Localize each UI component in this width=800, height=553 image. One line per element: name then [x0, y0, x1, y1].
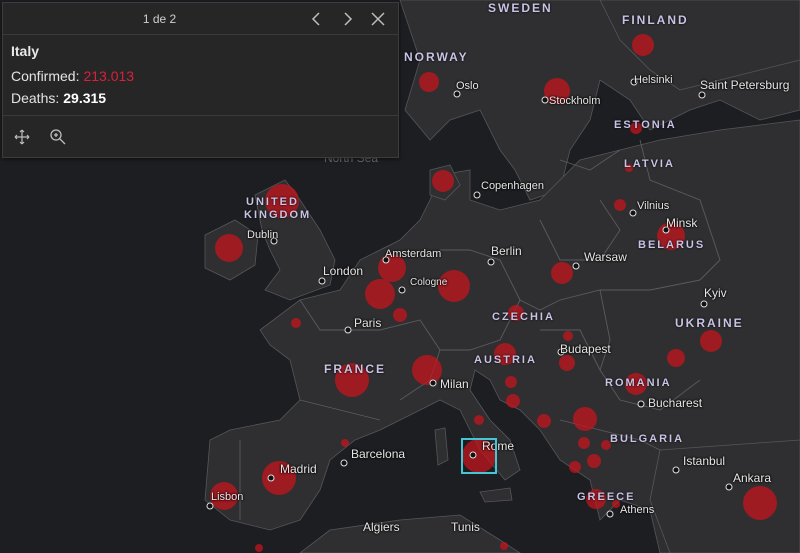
- popup-header: 1 de 2: [3, 3, 398, 35]
- country-label-greece: GREECE: [577, 491, 636, 503]
- case-bubble-slovenia[interactable]: [505, 376, 517, 388]
- case-bubble-morocco[interactable]: [255, 544, 263, 552]
- selected-feature-highlight: [461, 438, 497, 474]
- city-label-minsk: Minsk: [666, 216, 698, 230]
- case-bubble-kosovo[interactable]: [587, 454, 601, 468]
- deaths-row: Deaths: 29.315: [11, 87, 390, 109]
- deaths-label: Deaths:: [11, 90, 60, 106]
- confirmed-value: 213.013: [83, 68, 135, 84]
- case-bubble-northmacedonia[interactable]: [578, 437, 590, 449]
- city-label-istanbul: Istanbul: [683, 454, 726, 468]
- city-label-algiers: Algiers: [363, 520, 400, 534]
- case-bubble-slovakia[interactable]: [563, 331, 573, 341]
- country-label-czechia: CZECHIA: [492, 311, 555, 323]
- country-label-france: FRANCE: [324, 362, 386, 376]
- case-bubble-denmark[interactable]: [432, 170, 454, 192]
- country-label-sweden: SWEDEN: [488, 1, 553, 15]
- country-label-norway: NORWAY: [404, 50, 469, 64]
- city-label-helsinki: Helsinki: [634, 74, 673, 86]
- city-label-paris: Paris: [354, 316, 382, 330]
- city-label-warsaw: Warsaw: [584, 250, 627, 264]
- confirmed-row: Confirmed: 213.013: [11, 65, 390, 87]
- city-label-vilnius: Vilnius: [637, 200, 670, 212]
- case-bubble-andorra[interactable]: [341, 439, 349, 447]
- city-label-kyiv: Kyiv: [704, 286, 727, 300]
- zoom-in-icon[interactable]: [47, 126, 69, 148]
- case-bubble-malta[interactable]: [500, 542, 508, 550]
- case-bubble-bosnia[interactable]: [537, 414, 551, 428]
- country-label-finland: FINLAND: [622, 13, 689, 27]
- city-label-milan: Milan: [440, 377, 469, 391]
- case-bubble-channel[interactable]: [291, 318, 301, 328]
- confirmed-label: Confirmed:: [11, 68, 80, 84]
- city-label-copenhagen: Copenhagen: [481, 180, 545, 192]
- case-bubble-luxembourg[interactable]: [393, 308, 407, 322]
- country-label-kingdom: KINGDOM: [244, 209, 312, 221]
- city-label-budapest: Budapest: [560, 342, 611, 356]
- case-bubble-finland[interactable]: [632, 34, 654, 56]
- popup-pager: 1 de 2: [142, 11, 177, 26]
- popup-actions: [3, 115, 398, 157]
- city-label-oslo: Oslo: [456, 80, 479, 92]
- country-label-romania: ROMANIA: [605, 377, 672, 389]
- city-label-cologne: Cologne: [410, 277, 448, 288]
- case-bubble-lithuania[interactable]: [614, 199, 626, 211]
- case-bubble-croatia[interactable]: [506, 394, 520, 408]
- chevron-left-icon[interactable]: [306, 9, 326, 29]
- city-label-barcelona: Barcelona: [351, 447, 406, 461]
- case-bubble-poland[interactable]: [551, 262, 573, 284]
- case-bubble-belgium[interactable]: [365, 279, 395, 309]
- country-label-bulgaria: BULGARIA: [610, 433, 685, 445]
- map-view[interactable]: SWEDEN FINLAND NORWAY ESTONIA LATVIA UNI…: [0, 0, 800, 553]
- country-label-estonia: ESTONIA: [614, 119, 677, 131]
- case-bubble-serbia[interactable]: [573, 407, 597, 431]
- popup-title: Italy: [11, 43, 40, 59]
- city-label-lisbon: Lisbon: [211, 491, 244, 503]
- city-label-madrid: Madrid: [280, 462, 317, 476]
- case-bubble-sanmarino[interactable]: [474, 415, 484, 425]
- close-icon[interactable]: [368, 9, 388, 29]
- case-bubble-switzerland[interactable]: [412, 355, 442, 385]
- deaths-value: 29.315: [63, 90, 107, 106]
- country-label-latvia: LATVIA: [624, 158, 675, 170]
- city-label-stockholm: Stockholm: [549, 95, 601, 107]
- city-label-bucharest: Bucharest: [648, 396, 703, 410]
- case-bubble-norway[interactable]: [419, 72, 439, 92]
- case-bubble-moldova[interactable]: [667, 349, 685, 367]
- city-label-saint-petersburg: Saint Petersburg: [700, 78, 790, 92]
- case-bubble-albania[interactable]: [569, 461, 581, 473]
- case-bubble-hungary[interactable]: [559, 355, 575, 371]
- move-icon[interactable]: [11, 126, 33, 148]
- country-label-ukraine: UKRAINE: [675, 316, 744, 330]
- city-label-dublin: Dublin: [247, 229, 279, 241]
- city-label-london: London: [323, 264, 364, 278]
- case-bubble-ireland[interactable]: [215, 234, 243, 262]
- city-label-berlin: Berlin: [491, 244, 522, 258]
- country-label-belarus: BELARUS: [638, 239, 706, 251]
- country-label-austria: AUSTRIA: [474, 354, 537, 366]
- city-label-athens: Athens: [620, 504, 655, 516]
- city-label-amsterdam: Amsterdam: [385, 248, 442, 260]
- city-label-ankara: Ankara: [733, 471, 772, 485]
- city-label-tunis: Tunis: [451, 520, 480, 534]
- case-bubble-turkey[interactable]: [743, 486, 777, 520]
- info-popup: 1 de 2 Italy Confirmed: 213.013 Deaths: 29…: [2, 2, 399, 158]
- country-label-united: UNITED: [246, 196, 299, 208]
- chevron-right-icon[interactable]: [338, 9, 358, 29]
- case-bubble-ukraine[interactable]: [700, 330, 722, 352]
